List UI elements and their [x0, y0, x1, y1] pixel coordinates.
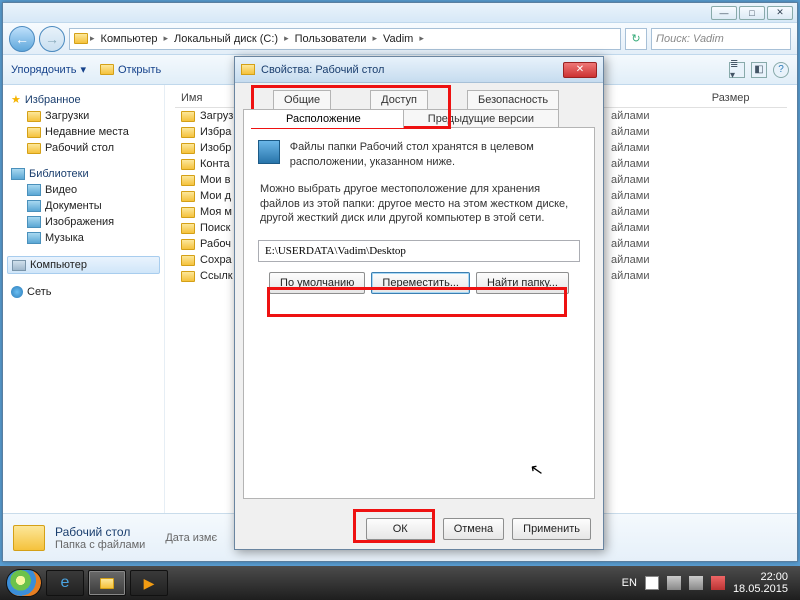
dialog-close-button[interactable]: ✕ [563, 62, 597, 78]
help-button[interactable]: ? [773, 62, 789, 78]
tab-location[interactable]: Расположение [243, 109, 404, 128]
folder-icon [100, 578, 114, 589]
taskbar: e ▶ EN 22:00 18.05.2015 [0, 566, 800, 600]
system-tray: EN 22:00 18.05.2015 [622, 571, 794, 595]
sidebar-item-recent[interactable]: Недавние места [7, 124, 160, 140]
monitor-icon [258, 140, 280, 164]
move-button[interactable]: Переместить... [371, 272, 470, 294]
action-center-icon[interactable] [711, 576, 725, 590]
forward-button[interactable]: → [39, 26, 65, 52]
cancel-button[interactable]: Отмена [443, 518, 504, 540]
crumb-2[interactable]: Пользователи [291, 33, 371, 45]
tab-previous-versions[interactable]: Предыдущие версии [403, 109, 559, 128]
folder-icon [181, 143, 195, 154]
sidebar-item-network[interactable]: Сеть [7, 284, 160, 300]
tab-general[interactable]: Общие [273, 90, 331, 109]
star-icon: ★ [11, 93, 21, 106]
taskbar-clock[interactable]: 22:00 18.05.2015 [733, 571, 788, 595]
breadcrumb[interactable]: ▸ Компьютер▸ Локальный диск (C:)▸ Пользо… [69, 28, 621, 50]
refresh-button[interactable]: ↻ [625, 28, 647, 50]
sidebar-item-documents[interactable]: Документы [7, 198, 160, 214]
sidebar-item-desktop[interactable]: Рабочий стол [7, 140, 160, 156]
restore-default-button[interactable]: По умолчанию [269, 272, 365, 294]
organize-menu[interactable]: Упорядочить ▾ [11, 63, 86, 76]
flag-icon[interactable] [645, 576, 659, 590]
sidebar-item-downloads[interactable]: Загрузки [7, 108, 160, 124]
folder-icon [13, 525, 45, 551]
language-indicator[interactable]: EN [622, 577, 637, 589]
folder-icon [181, 255, 195, 266]
dialog-title: Свойства: Рабочий стол [261, 64, 384, 76]
location-description-1: Файлы папки Рабочий стол хранятся в целе… [290, 140, 580, 170]
network-tray-icon[interactable] [667, 576, 681, 590]
sidebar-item-videos[interactable]: Видео [7, 182, 160, 198]
dialog-titlebar[interactable]: Свойства: Рабочий стол ✕ [235, 57, 603, 83]
library-icon [11, 168, 25, 180]
apply-button[interactable]: Применить [512, 518, 591, 540]
column-size[interactable]: Размер [712, 92, 787, 104]
folder-icon [181, 207, 195, 218]
taskbar-ie[interactable]: e [46, 570, 84, 596]
sidebar-item-music[interactable]: Музыка [7, 230, 160, 246]
videos-icon [27, 184, 41, 196]
search-input[interactable]: Поиск: Vadim [651, 28, 791, 50]
properties-dialog: Свойства: Рабочий стол ✕ Общие Доступ Бе… [234, 56, 604, 550]
sidebar-item-computer[interactable]: Компьютер [7, 256, 160, 274]
location-path-input[interactable]: E:\USERDATA\Vadim\Desktop [258, 240, 580, 262]
network-icon [11, 286, 23, 298]
documents-icon [27, 200, 41, 212]
open-button[interactable]: Открыть [100, 64, 161, 76]
crumb-3[interactable]: Vadim [379, 33, 417, 45]
view-options-button[interactable]: ≣ ▾ [729, 62, 745, 78]
close-button[interactable]: ✕ [767, 6, 793, 20]
volume-tray-icon[interactable] [689, 576, 703, 590]
tab-access[interactable]: Доступ [370, 90, 428, 109]
folder-icon [27, 127, 41, 138]
taskbar-media[interactable]: ▶ [130, 570, 168, 596]
tab-security[interactable]: Безопасность [467, 90, 559, 109]
folder-icon [27, 143, 41, 154]
minimize-button[interactable]: — [711, 6, 737, 20]
sidebar-item-pictures[interactable]: Изображения [7, 214, 160, 230]
folder-icon [100, 64, 114, 75]
start-button[interactable] [6, 569, 42, 597]
window-titlebar: — □ ✕ [3, 3, 797, 23]
preview-pane-button[interactable]: ◧ [751, 62, 767, 78]
maximize-button[interactable]: □ [739, 6, 765, 20]
crumb-0[interactable]: Компьютер [97, 33, 162, 45]
tab-row-1: Общие Доступ Безопасность [243, 89, 595, 108]
folder-icon [181, 271, 195, 282]
computer-icon [12, 260, 26, 271]
find-target-button[interactable]: Найти папку... [476, 272, 569, 294]
folder-icon [181, 175, 195, 186]
folder-icon [181, 191, 195, 202]
ok-button[interactable]: ОК [366, 518, 435, 540]
folder-icon [241, 64, 255, 75]
location-description-2: Можно выбрать другое местоположение для … [258, 182, 580, 227]
folder-icon [27, 111, 41, 122]
folder-icon [181, 159, 195, 170]
navigation-pane: ★Избранное Загрузки Недавние места Рабоч… [3, 85, 165, 513]
favorites-header[interactable]: ★Избранное [7, 91, 160, 108]
crumb-1[interactable]: Локальный диск (C:) [170, 33, 282, 45]
music-icon [27, 232, 41, 244]
details-name: Рабочий стол [55, 525, 145, 539]
details-type: Папка с файлами [55, 539, 145, 551]
folder-icon [181, 223, 195, 234]
dialog-footer: ОК Отмена Применить [235, 509, 603, 549]
folder-icon [181, 127, 195, 138]
tab-pane-location: Файлы папки Рабочий стол хранятся в целе… [243, 127, 595, 499]
pictures-icon [27, 216, 41, 228]
folder-icon [181, 111, 195, 122]
nav-bar: ← → ▸ Компьютер▸ Локальный диск (C:)▸ По… [3, 23, 797, 55]
libraries-header[interactable]: Библиотеки [7, 166, 160, 182]
details-date-label: Дата измє [165, 532, 217, 544]
folder-icon [74, 33, 88, 44]
taskbar-explorer[interactable] [88, 570, 126, 596]
back-button[interactable]: ← [9, 26, 35, 52]
folder-icon [181, 239, 195, 250]
